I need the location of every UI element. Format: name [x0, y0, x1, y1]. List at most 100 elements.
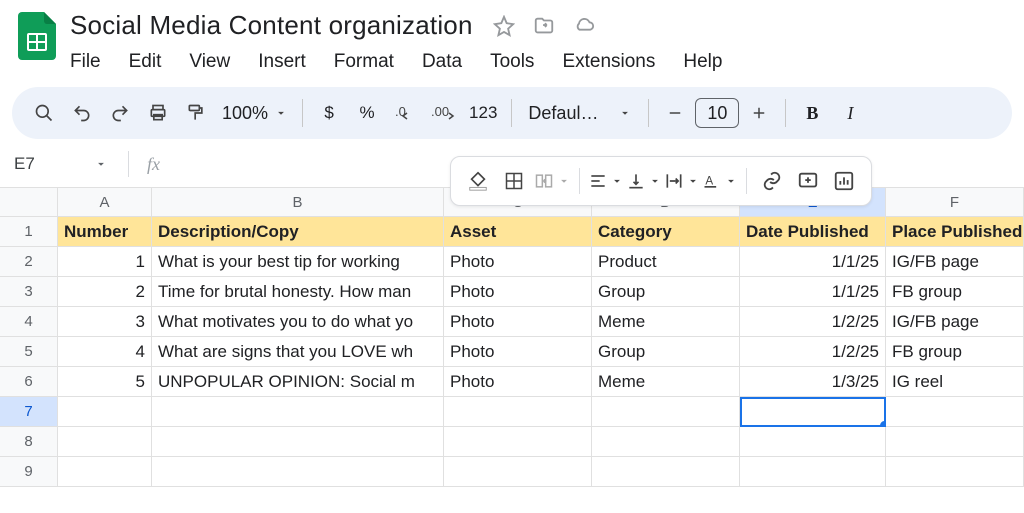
increase-decimal-icon[interactable]: .00: [425, 95, 461, 131]
italic-button[interactable]: I: [832, 95, 868, 131]
row-header-4[interactable]: 4: [0, 307, 58, 337]
cell-F8[interactable]: [886, 427, 1024, 457]
cell-A6[interactable]: 5: [58, 367, 152, 397]
cell-E6[interactable]: 1/3/25: [740, 367, 886, 397]
cell-F5[interactable]: FB group: [886, 337, 1024, 367]
bold-button[interactable]: B: [794, 95, 830, 131]
row-header-9[interactable]: 9: [0, 457, 58, 487]
cell-B3[interactable]: Time for brutal honesty. How man: [152, 277, 444, 307]
cell-B1[interactable]: Description/Copy: [152, 217, 444, 247]
cell-C3[interactable]: Photo: [444, 277, 592, 307]
cell-A3[interactable]: 2: [58, 277, 152, 307]
sheets-logo[interactable]: [16, 10, 58, 62]
print-icon[interactable]: [140, 95, 176, 131]
increase-font-size[interactable]: [741, 95, 777, 131]
format-percent[interactable]: %: [349, 95, 385, 131]
row-header-2[interactable]: 2: [0, 247, 58, 277]
cell-E3[interactable]: 1/1/25: [740, 277, 886, 307]
cell-C8[interactable]: [444, 427, 592, 457]
cell-E5[interactable]: 1/2/25: [740, 337, 886, 367]
cell-E8[interactable]: [740, 427, 886, 457]
cell-F3[interactable]: FB group: [886, 277, 1024, 307]
undo-icon[interactable]: [64, 95, 100, 131]
format-currency[interactable]: $: [311, 95, 347, 131]
search-icon[interactable]: [26, 95, 62, 131]
cell-B9[interactable]: [152, 457, 444, 487]
cell-A9[interactable]: [58, 457, 152, 487]
menu-file[interactable]: File: [70, 47, 115, 77]
horizontal-align-button[interactable]: [588, 171, 624, 191]
paint-format-icon[interactable]: [178, 95, 214, 131]
menu-extensions[interactable]: Extensions: [562, 47, 669, 77]
cell-B4[interactable]: What motivates you to do what yo: [152, 307, 444, 337]
move-to-folder-icon[interactable]: [533, 15, 555, 37]
row-header-7[interactable]: 7: [0, 397, 58, 427]
cell-E7[interactable]: [740, 397, 886, 427]
menu-tools[interactable]: Tools: [490, 47, 548, 77]
font-select[interactable]: Defaul…: [520, 103, 640, 124]
insert-chart-icon[interactable]: [827, 164, 861, 198]
cell-D9[interactable]: [592, 457, 740, 487]
menu-format[interactable]: Format: [334, 47, 408, 77]
menu-insert[interactable]: Insert: [258, 47, 320, 77]
cell-A7[interactable]: [58, 397, 152, 427]
decrease-font-size[interactable]: [657, 95, 693, 131]
cloud-status-icon[interactable]: [573, 15, 595, 37]
cell-C4[interactable]: Photo: [444, 307, 592, 337]
cell-A8[interactable]: [58, 427, 152, 457]
cell-D1[interactable]: Category: [592, 217, 740, 247]
star-icon[interactable]: [493, 15, 515, 37]
cell-A2[interactable]: 1: [58, 247, 152, 277]
decrease-decimal-icon[interactable]: .0: [387, 95, 423, 131]
insert-link-icon[interactable]: [755, 164, 789, 198]
cell-C9[interactable]: [444, 457, 592, 487]
col-header-B[interactable]: B: [152, 188, 444, 217]
menu-data[interactable]: Data: [422, 47, 476, 77]
row-header-8[interactable]: 8: [0, 427, 58, 457]
cell-B6[interactable]: UNPOPULAR OPINION: Social m: [152, 367, 444, 397]
cell-D2[interactable]: Product: [592, 247, 740, 277]
select-all-corner[interactable]: [0, 188, 58, 217]
cell-F4[interactable]: IG/FB page: [886, 307, 1024, 337]
redo-icon[interactable]: [102, 95, 138, 131]
borders-icon[interactable]: [497, 164, 531, 198]
name-box-input[interactable]: [10, 150, 88, 178]
menu-help[interactable]: Help: [683, 47, 736, 77]
cell-F7[interactable]: [886, 397, 1024, 427]
cell-B2[interactable]: What is your best tip for working: [152, 247, 444, 277]
format-123[interactable]: 123: [463, 95, 503, 131]
merge-cells-button[interactable]: [533, 171, 571, 191]
cell-D8[interactable]: [592, 427, 740, 457]
cell-F9[interactable]: [886, 457, 1024, 487]
row-header-1[interactable]: 1: [0, 217, 58, 247]
cell-B7[interactable]: [152, 397, 444, 427]
zoom-select[interactable]: 100%: [216, 103, 294, 124]
menu-edit[interactable]: Edit: [129, 47, 176, 77]
cell-A5[interactable]: 4: [58, 337, 152, 367]
cell-C6[interactable]: Photo: [444, 367, 592, 397]
cell-D5[interactable]: Group: [592, 337, 740, 367]
cell-D7[interactable]: [592, 397, 740, 427]
cell-C7[interactable]: [444, 397, 592, 427]
cell-D6[interactable]: Meme: [592, 367, 740, 397]
cell-F2[interactable]: IG/FB page: [886, 247, 1024, 277]
row-header-3[interactable]: 3: [0, 277, 58, 307]
doc-title[interactable]: Social Media Content organization: [70, 10, 473, 41]
row-header-6[interactable]: 6: [0, 367, 58, 397]
cell-C5[interactable]: Photo: [444, 337, 592, 367]
cell-E2[interactable]: 1/1/25: [740, 247, 886, 277]
cell-F1[interactable]: Place Published: [886, 217, 1024, 247]
insert-comment-icon[interactable]: [791, 164, 825, 198]
cell-C1[interactable]: Asset: [444, 217, 592, 247]
cell-D3[interactable]: Group: [592, 277, 740, 307]
col-header-A[interactable]: A: [58, 188, 152, 217]
cell-E1[interactable]: Date Published: [740, 217, 886, 247]
menu-view[interactable]: View: [189, 47, 244, 77]
cell-F6[interactable]: IG reel: [886, 367, 1024, 397]
cell-B8[interactable]: [152, 427, 444, 457]
cell-A1[interactable]: Number: [58, 217, 152, 247]
vertical-align-button[interactable]: [626, 171, 662, 191]
cell-D4[interactable]: Meme: [592, 307, 740, 337]
row-header-5[interactable]: 5: [0, 337, 58, 367]
font-size-input[interactable]: 10: [695, 98, 739, 128]
